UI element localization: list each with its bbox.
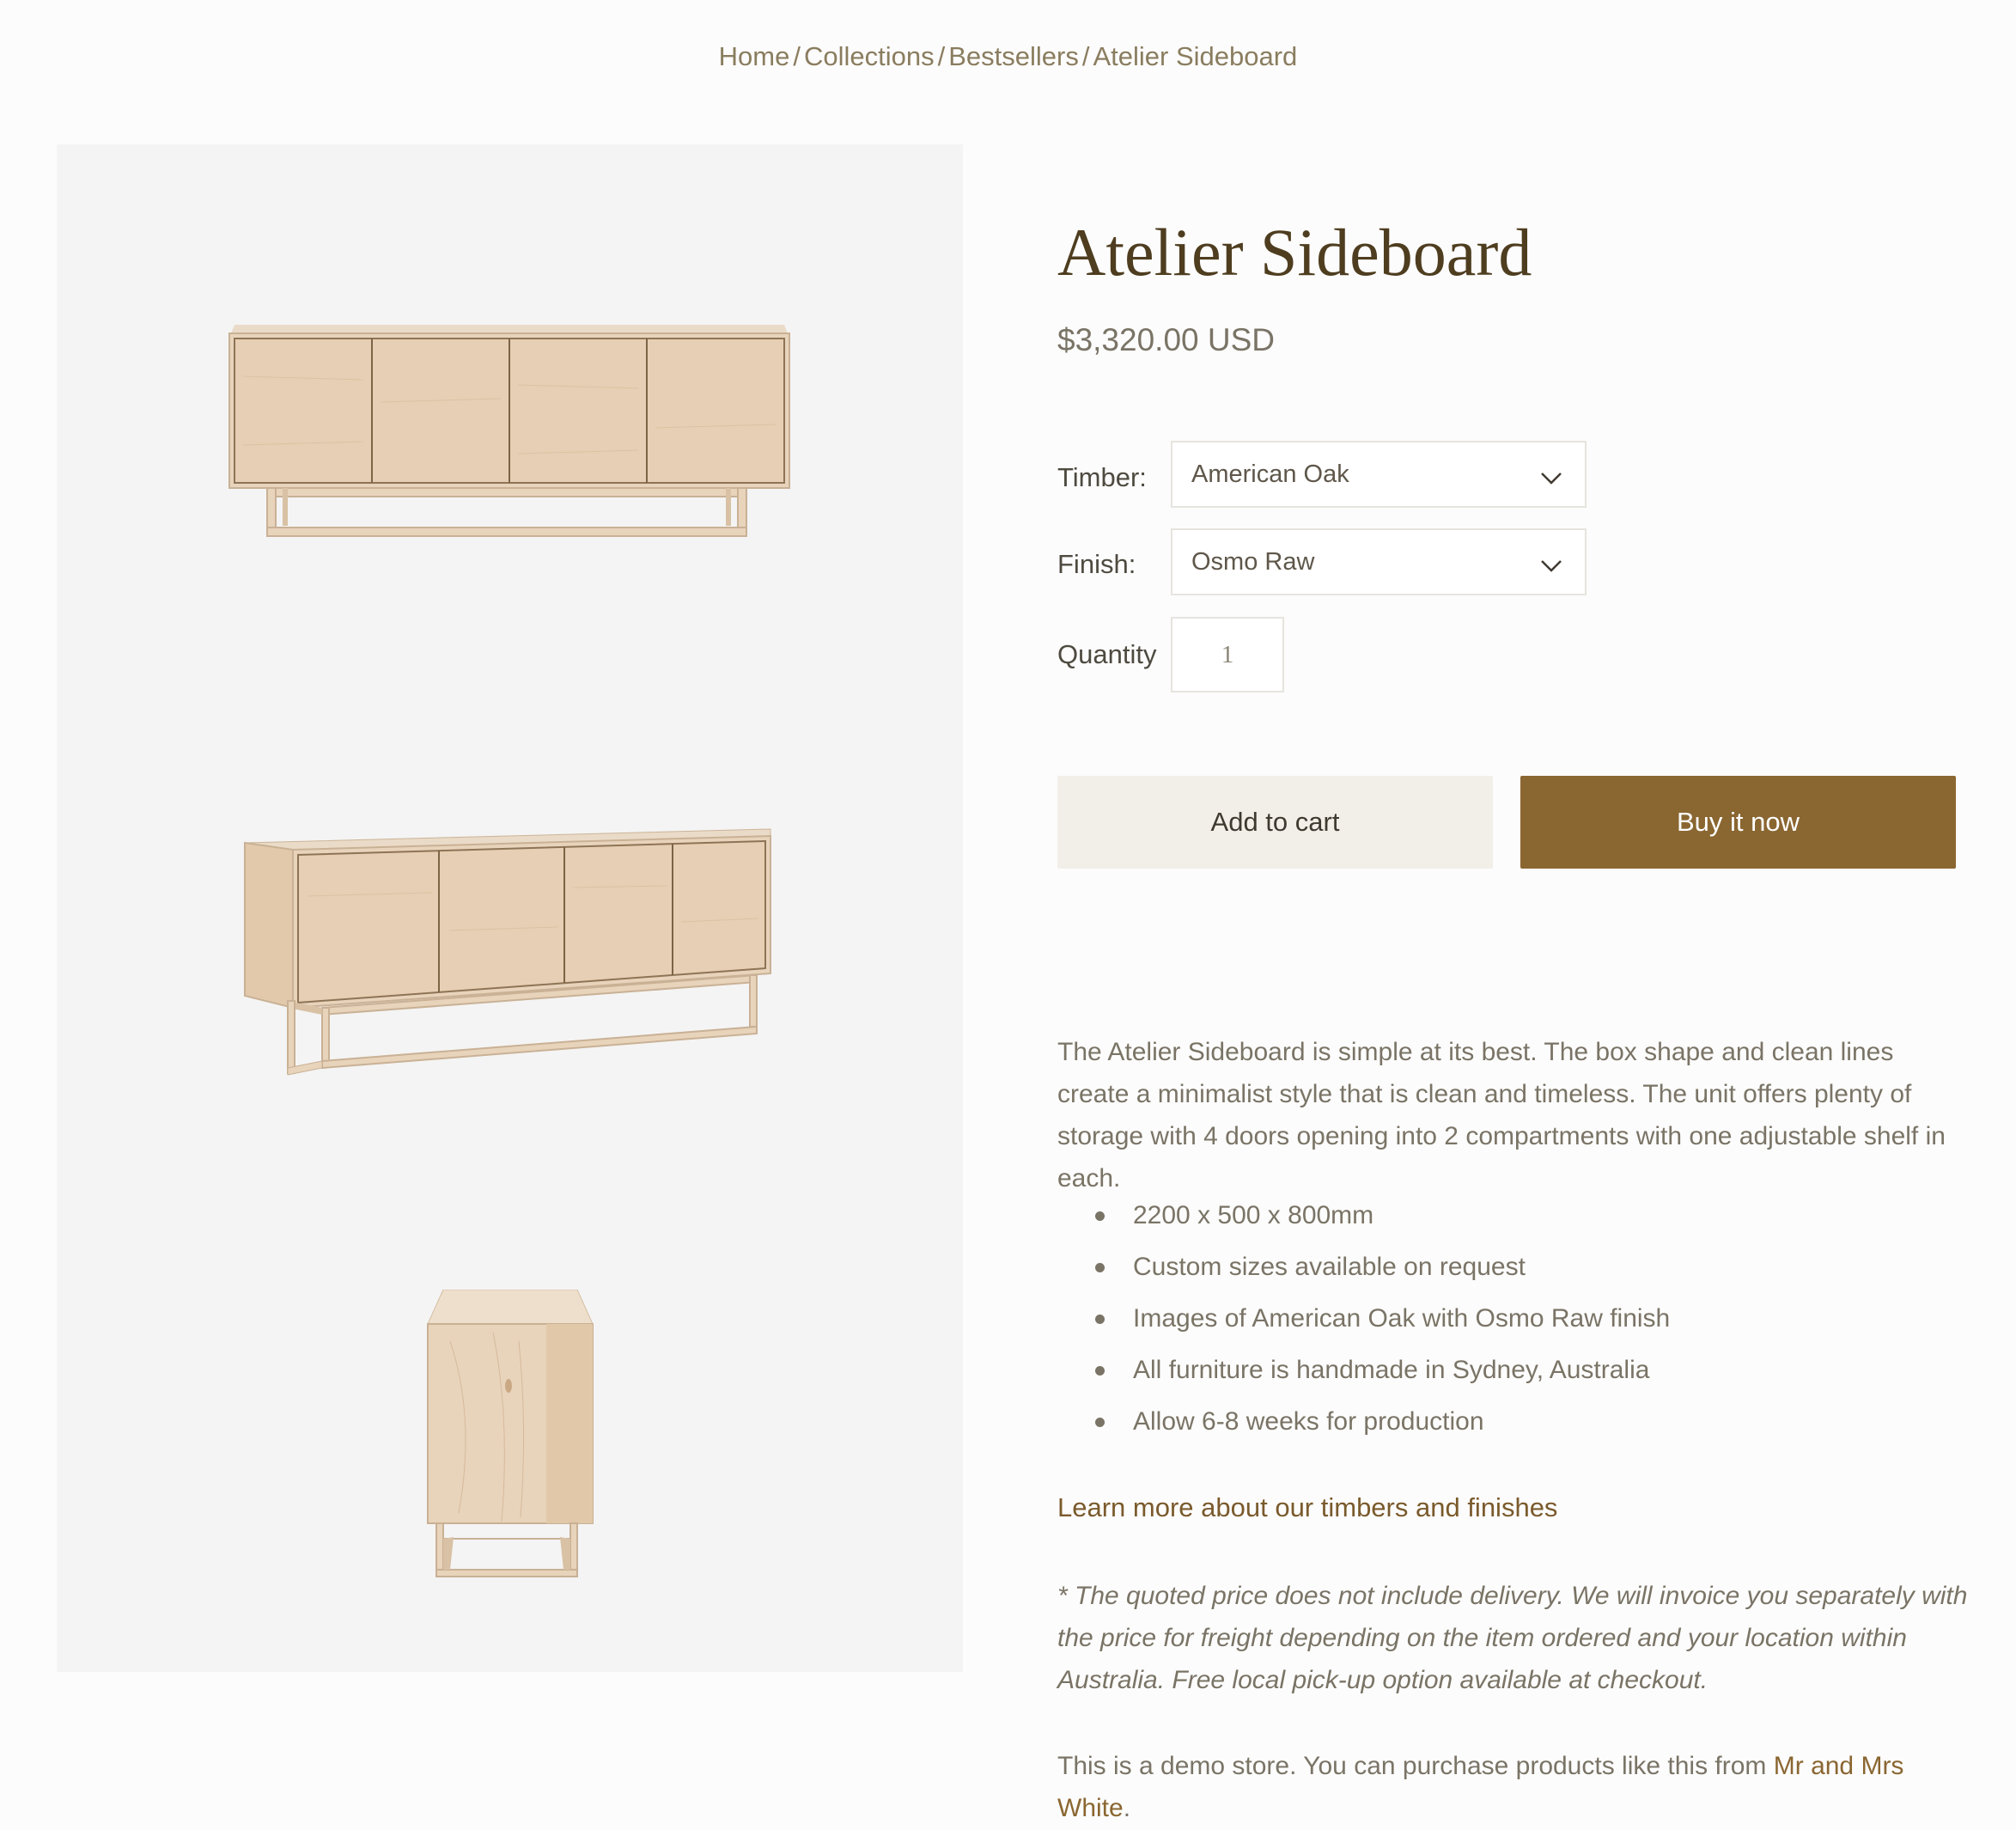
breadcrumb-collections-link[interactable]: Collections: [804, 41, 935, 71]
product-info: Atelier Sideboard $3,320.00 USD Timber: …: [1057, 215, 1976, 1822]
demo-store-text: This is a demo store. You can purchase p…: [1057, 1752, 1774, 1780]
product-title: Atelier Sideboard: [1057, 215, 1532, 290]
breadcrumb-separator: /: [937, 41, 946, 71]
product-features-list: 2200 x 500 x 800mm Custom sizes availabl…: [1057, 1199, 1670, 1456]
chevron-down-icon: [1540, 464, 1562, 492]
timber-select[interactable]: American Oak: [1171, 441, 1587, 508]
quantity-input[interactable]: 1: [1171, 617, 1284, 692]
product-description: The Atelier Sideboard is simple at its b…: [1057, 1038, 1946, 1193]
chevron-down-icon: [1540, 552, 1562, 580]
list-item: Images of American Oak with Osmo Raw fin…: [1057, 1302, 1670, 1353]
list-item: All furniture is handmade in Sydney, Aus…: [1057, 1353, 1670, 1405]
learn-more-link[interactable]: Learn more about our timbers and finishe…: [1057, 1492, 1557, 1523]
buy-now-button[interactable]: Buy it now: [1520, 776, 1956, 869]
finish-select[interactable]: Osmo Raw: [1171, 528, 1587, 595]
demo-store-notice: This is a demo store. You can purchase p…: [1057, 1745, 1968, 1829]
product-image-front[interactable]: [226, 325, 793, 540]
breadcrumb-home-link[interactable]: Home: [719, 41, 790, 71]
demo-store-period: .: [1123, 1794, 1131, 1822]
timber-select-value: American Oak: [1191, 460, 1349, 488]
list-item: Custom sizes available on request: [1057, 1250, 1670, 1302]
finish-select-value: Osmo Raw: [1191, 547, 1315, 576]
quantity-label: Quantity: [1057, 639, 1157, 669]
product-gallery: [57, 144, 963, 1672]
add-to-cart-button[interactable]: Add to cart: [1057, 776, 1493, 869]
finish-label: Finish:: [1057, 549, 1136, 579]
product-price: $3,320.00 USD: [1057, 322, 1276, 357]
breadcrumb-current: Atelier Sideboard: [1093, 41, 1298, 71]
breadcrumb-separator: /: [1081, 41, 1090, 71]
breadcrumb-separator: /: [793, 41, 801, 71]
list-item: Allow 6-8 weeks for production: [1057, 1405, 1670, 1456]
product-image-side[interactable]: [424, 1290, 596, 1582]
breadcrumb-bestsellers-link[interactable]: Bestsellers: [948, 41, 1079, 71]
timber-label: Timber:: [1057, 462, 1147, 492]
breadcrumb: Home / Collections / Bestsellers / Atelier Sid…: [0, 41, 2016, 72]
product-image-angled[interactable]: [243, 827, 776, 1081]
list-item: 2200 x 500 x 800mm: [1057, 1199, 1670, 1250]
delivery-note: * The quoted price does not include deli…: [1057, 1582, 1968, 1694]
